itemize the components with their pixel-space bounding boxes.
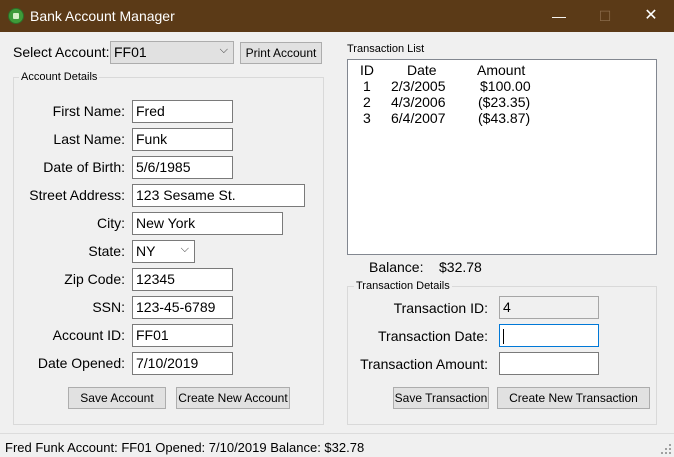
dob-label: Date of Birth: [43, 159, 125, 175]
create-new-account-button[interactable]: Create New Account [176, 387, 290, 409]
chevron-down-icon: ⌵ [219, 44, 228, 56]
balance-label: Balance: [369, 259, 424, 275]
date-opened-label: Date Opened: [37, 355, 125, 371]
state-label: State: [88, 243, 125, 259]
city-label: City: [97, 215, 125, 231]
city-field[interactable]: New York [132, 212, 283, 235]
account-id-field[interactable]: FF01 [132, 324, 233, 347]
transaction-amount-field[interactable] [499, 352, 599, 375]
title-bar[interactable]: Bank Account Manager — ☐ ✕ [0, 0, 674, 32]
account-details-title: Account Details [19, 71, 100, 83]
row-3-id: 3 [363, 110, 371, 126]
column-header-amount: Amount [477, 62, 526, 78]
maximize-button[interactable]: ☐ [582, 0, 628, 32]
save-account-button[interactable]: Save Account [68, 387, 166, 409]
state-select-value: NY [136, 243, 156, 259]
status-bar: Fred Funk Account: FF01 Opened: 7/10/201… [0, 433, 674, 457]
zip-code-field[interactable]: 12345 [132, 268, 233, 291]
transaction-details-title: Transaction Details [354, 280, 452, 292]
account-select-value: FF01 [114, 44, 147, 60]
row-1-amount: $100.00 [480, 78, 531, 94]
zip-code-label: Zip Code: [64, 271, 125, 287]
last-name-label: Last Name: [53, 131, 125, 147]
street-address-label: Street Address: [29, 187, 125, 203]
close-button[interactable]: ✕ [628, 0, 674, 32]
account-select[interactable]: FF01 ⌵ [110, 41, 234, 64]
transaction-list-title: Transaction List [347, 43, 425, 55]
transaction-date-label: Transaction Date: [378, 328, 488, 344]
minimize-button[interactable]: — [536, 0, 582, 32]
app-window: Bank Account Manager — ☐ ✕ Select Accoun… [0, 0, 674, 457]
transaction-id-label: Transaction ID: [393, 300, 488, 316]
row-1-date: 2/3/2005 [391, 78, 446, 94]
app-icon [8, 8, 24, 24]
create-new-transaction-button[interactable]: Create New Transaction [497, 387, 650, 409]
resize-grip-icon[interactable] [661, 444, 671, 454]
column-header-date: Date [407, 62, 437, 78]
balance-value: $32.78 [439, 259, 482, 275]
chevron-down-icon: ⌵ [180, 243, 189, 255]
transaction-amount-label: Transaction Amount: [360, 356, 488, 372]
select-account-label: Select Account: [13, 44, 110, 60]
transaction-date-field[interactable] [499, 324, 599, 347]
row-2-amount: ($23.35) [478, 94, 531, 110]
state-select[interactable]: NY ⌵ [132, 240, 195, 263]
row-1-id: 1 [363, 78, 371, 94]
row-2-date: 4/3/2006 [391, 94, 446, 110]
row-2-id: 2 [363, 94, 371, 110]
row-3-date: 6/4/2007 [391, 110, 446, 126]
column-header-id: ID [360, 62, 374, 78]
street-address-field[interactable]: 123 Sesame St. [132, 184, 305, 207]
print-account-button[interactable]: Print Account [240, 42, 322, 64]
row-3-amount: ($43.87) [478, 110, 531, 126]
transaction-list[interactable]: ID Date Amount 1 2/3/2005 $100.00 2 4/3/… [347, 59, 657, 255]
first-name-field[interactable]: Fred [132, 100, 233, 123]
status-text: Fred Funk Account: FF01 Opened: 7/10/201… [5, 440, 365, 455]
ssn-label: SSN: [92, 299, 125, 315]
ssn-field[interactable]: 123-45-6789 [132, 296, 233, 319]
dob-field[interactable]: 5/6/1985 [132, 156, 233, 179]
window-title: Bank Account Manager [30, 8, 175, 24]
first-name-label: First Name: [52, 103, 125, 119]
save-transaction-button[interactable]: Save Transaction [393, 387, 489, 409]
last-name-field[interactable]: Funk [132, 128, 233, 151]
account-id-label: Account ID: [52, 327, 125, 343]
text-caret [503, 328, 504, 344]
date-opened-field[interactable]: 7/10/2019 [132, 352, 233, 375]
transaction-id-field[interactable]: 4 [499, 296, 599, 319]
